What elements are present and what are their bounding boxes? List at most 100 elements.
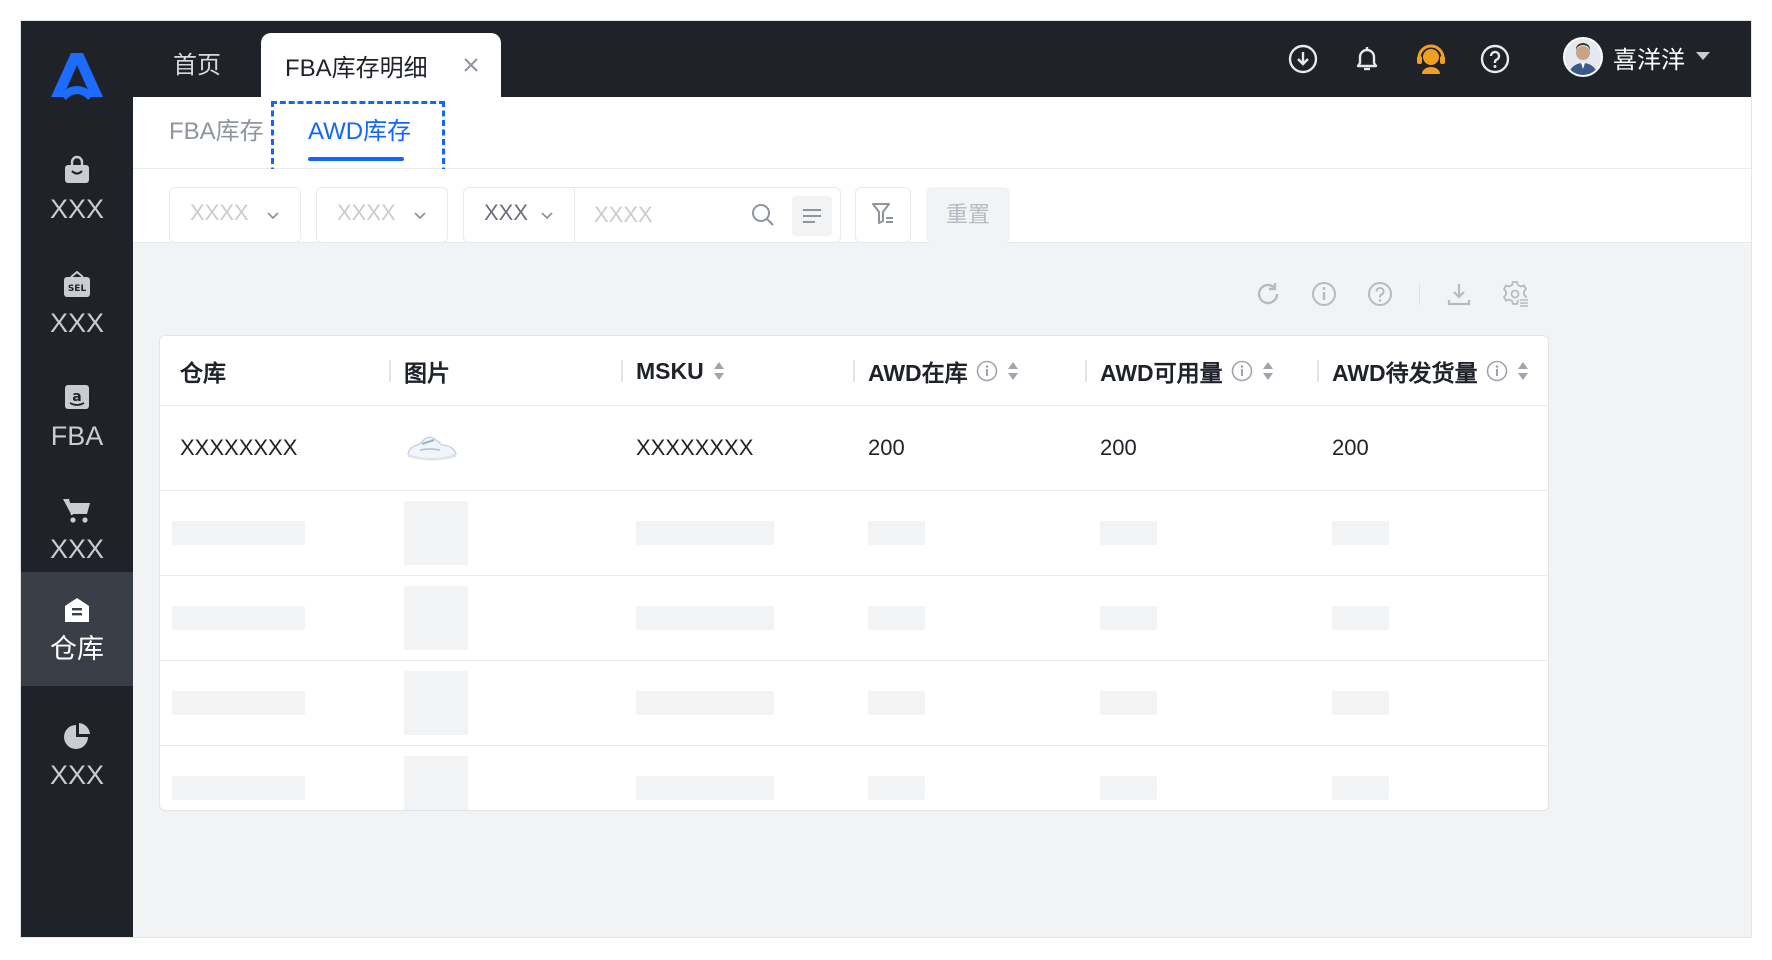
skeleton-cell	[404, 671, 468, 735]
column-divider	[621, 360, 623, 382]
skeleton-cell	[1100, 776, 1157, 800]
sort-icon[interactable]	[1006, 360, 1020, 382]
sort-icon[interactable]	[1261, 360, 1275, 382]
chevron-down-icon	[538, 206, 556, 224]
column-divider	[853, 360, 855, 382]
app-logo-icon[interactable]	[47, 47, 107, 103]
column-header-label: 图片	[404, 360, 450, 386]
warehouse-icon	[60, 593, 94, 627]
column-header-warehouse: 仓库	[180, 336, 226, 406]
divider	[574, 188, 575, 242]
skeleton-cell	[172, 606, 305, 630]
chevron-down-icon	[1695, 48, 1711, 66]
skeleton-cell	[404, 501, 468, 565]
table-header: 仓库 图片 MSKU AWD在库 AWD可用量 AWD待发货量	[160, 336, 1548, 406]
sidebar-item-label: XXX	[49, 308, 105, 338]
skeleton-cell	[1332, 606, 1389, 630]
top-actions	[1283, 39, 1515, 79]
skeleton-cell	[172, 691, 305, 715]
info-icon[interactable]	[1307, 277, 1341, 311]
filter-select-1[interactable]: XXXX	[169, 187, 301, 243]
table-row[interactable]: XXXXXXXX XXXXXXXX 200 200 200	[160, 406, 1548, 491]
column-header-awd-in-stock[interactable]: AWD在库	[868, 336, 1020, 406]
sidebar-item-warehouse[interactable]: 仓库	[21, 572, 133, 686]
skeleton-cell	[1332, 691, 1389, 715]
sort-icon[interactable]	[1516, 360, 1530, 382]
skeleton-cell	[868, 691, 925, 715]
select-placeholder: XXXX	[337, 200, 396, 225]
sort-icon[interactable]	[712, 360, 726, 382]
skeleton-cell	[636, 606, 774, 630]
skeleton-cell	[868, 606, 925, 630]
info-icon[interactable]	[1231, 360, 1253, 382]
column-header-label: AWD在库	[868, 360, 968, 386]
skeleton-cell	[1100, 521, 1157, 545]
product-image[interactable]	[404, 406, 460, 490]
cart-icon	[60, 493, 94, 527]
customer-support-icon[interactable]	[1411, 39, 1451, 79]
column-header-label: 仓库	[180, 360, 226, 386]
cell-awd-in-stock: 200	[868, 435, 905, 460]
info-icon[interactable]	[1486, 360, 1508, 382]
chevron-down-icon	[411, 206, 429, 224]
skeleton-row	[160, 491, 1548, 576]
advanced-filter-button[interactable]	[855, 187, 911, 243]
sidebar-item-reports[interactable]: XXX	[21, 691, 133, 819]
skeleton-cell	[1100, 606, 1157, 630]
skeleton-cell	[636, 521, 774, 545]
reset-button[interactable]: 重置	[926, 187, 1010, 243]
column-header-label: MSKU	[636, 357, 704, 384]
help-icon[interactable]	[1363, 277, 1397, 311]
sidebar-item-sel[interactable]: SEL XXX	[21, 239, 133, 367]
skeleton-row	[160, 746, 1548, 810]
help-icon[interactable]	[1475, 39, 1515, 79]
filter-bar: XXXX XXXX XXX XXXX 重置	[133, 169, 1751, 243]
column-divider	[1317, 360, 1319, 382]
column-header-awd-available[interactable]: AWD可用量	[1100, 336, 1275, 406]
search-icon[interactable]	[750, 202, 776, 228]
search-type-select[interactable]: XXX	[484, 200, 528, 226]
download-icon[interactable]	[1283, 39, 1323, 79]
sidebar-item-fba[interactable]: a FBA	[21, 352, 133, 480]
info-icon[interactable]	[976, 360, 998, 382]
list-menu-icon[interactable]	[792, 196, 832, 236]
pie-chart-icon	[60, 719, 94, 753]
sidebar-item-products[interactable]: XXX	[21, 125, 133, 253]
user-name: 喜洋洋	[1613, 46, 1685, 74]
sneaker-image	[407, 436, 457, 461]
svg-text:SEL: SEL	[68, 284, 87, 294]
filter-select-2[interactable]: XXXX	[316, 187, 448, 243]
refresh-icon[interactable]	[1251, 277, 1285, 311]
skeleton-cell	[868, 521, 925, 545]
column-header-image: 图片	[404, 336, 450, 406]
column-header-msku[interactable]: MSKU	[636, 336, 726, 406]
close-icon[interactable]	[459, 53, 483, 77]
subtab-fba-inventory[interactable]: FBA库存	[169, 115, 264, 149]
export-download-icon[interactable]	[1442, 277, 1476, 311]
search-combo: XXX	[463, 187, 841, 243]
cell-warehouse: XXXXXXXX	[180, 435, 298, 460]
search-input[interactable]	[594, 198, 744, 232]
column-settings-icon[interactable]	[1498, 277, 1532, 311]
column-header-awd-pending[interactable]: AWD待发货量	[1332, 336, 1530, 406]
sidebar-item-label: 仓库	[50, 634, 104, 664]
skeleton-cell	[1332, 521, 1389, 545]
avatar	[1563, 37, 1603, 77]
user-menu[interactable]: 喜洋洋	[1563, 37, 1711, 77]
awd-inventory-table: 仓库 图片 MSKU AWD在库 AWD可用量 AWD待发货量 XXXXXXXX…	[159, 335, 1549, 811]
column-divider	[1085, 360, 1087, 382]
skeleton-cell	[636, 776, 774, 800]
tab-fba-inventory-detail[interactable]: FBA库存明细	[261, 33, 501, 97]
sidebar-item-label: XXX	[49, 194, 105, 224]
bell-icon[interactable]	[1347, 39, 1387, 79]
sidebar-item-label: FBA	[50, 421, 104, 451]
filter-icon	[870, 200, 896, 231]
select-placeholder: XXXX	[190, 200, 249, 225]
skeleton-cell	[868, 776, 925, 800]
sidebar-item-label: XXX	[49, 534, 105, 564]
column-header-label: AWD待发货量	[1332, 360, 1478, 386]
toolbar-divider	[1419, 283, 1420, 305]
cell-msku: XXXXXXXX	[636, 435, 754, 460]
table-toolbar	[1251, 277, 1532, 311]
tab-home[interactable]: 首页	[153, 41, 241, 91]
